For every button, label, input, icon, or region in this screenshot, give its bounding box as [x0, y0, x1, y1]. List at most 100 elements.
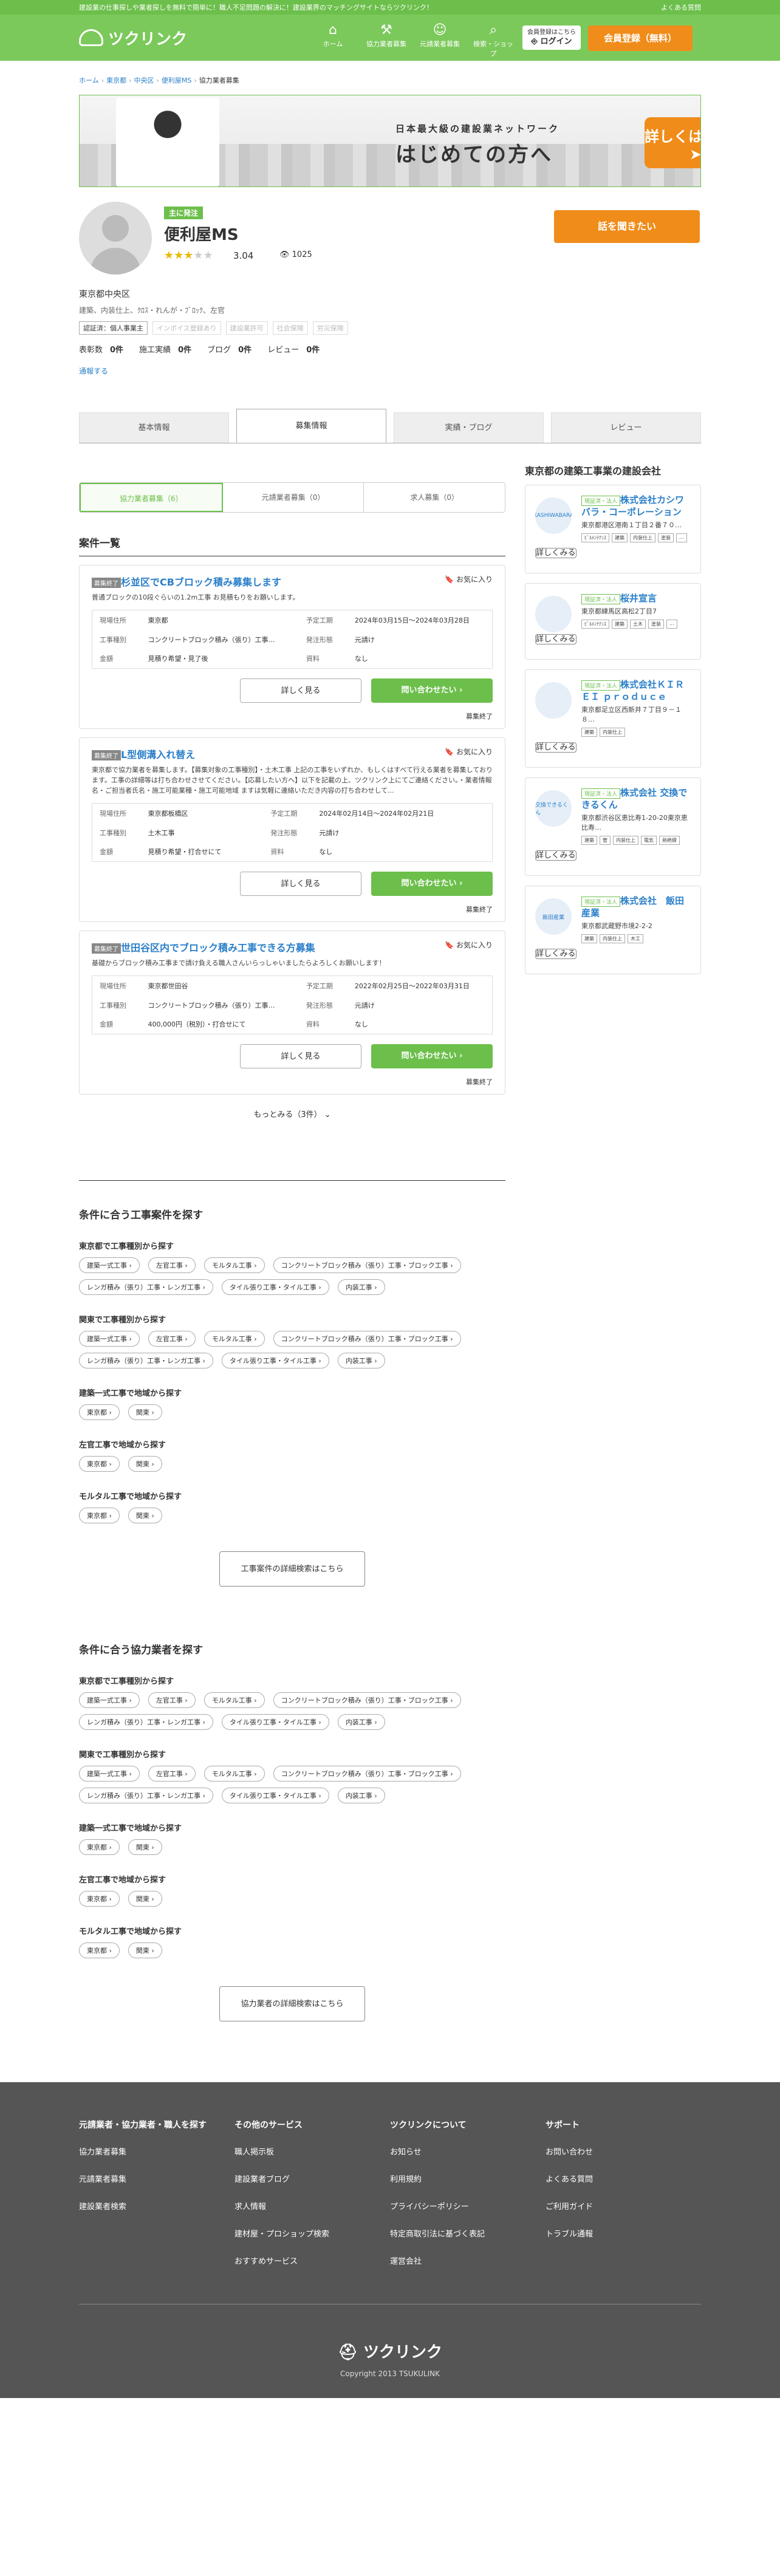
search-chip[interactable]: タイル張り工事・タイル工事 › [221, 1353, 329, 1368]
search-chip[interactable]: 建築一式工事 › [79, 1257, 140, 1273]
nav-item-2[interactable]: ☺ 元請業者募集 [417, 22, 463, 58]
footer-logo[interactable]: ⛑ ツクリンク [79, 2340, 701, 2362]
footer-link[interactable]: 職人掲示板 [234, 2145, 390, 2157]
subtab-0[interactable]: 協力業者募集（6） [80, 483, 223, 512]
search-chip[interactable]: モルタル工事 › [204, 1766, 265, 1782]
company-detail-button[interactable]: 詳しくみる [535, 634, 576, 644]
company-detail-button[interactable]: 詳しくみる [535, 548, 576, 558]
nav-item-1[interactable]: ⚒ 協力業者募集 [363, 22, 409, 58]
footer-link[interactable]: 建設業者検索 [79, 2200, 234, 2212]
footer-link[interactable]: プライバシーポリシー [390, 2200, 546, 2212]
breadcrumb-item[interactable]: 便利屋MS [162, 77, 191, 84]
job-title[interactable]: 世田谷区内でブロック積み工事できる方募集 [121, 942, 315, 954]
search-chip[interactable]: 左官工事 › [148, 1331, 196, 1347]
search-chip[interactable]: 関東 › [128, 1891, 162, 1907]
search-chip[interactable]: 関東 › [128, 1942, 162, 1958]
search-chip[interactable]: 東京都 › [79, 1891, 120, 1907]
search-chip[interactable]: 関東 › [128, 1404, 162, 1420]
search-chip[interactable]: モルタル工事 › [204, 1257, 265, 1273]
search-chip[interactable]: 東京都 › [79, 1404, 120, 1420]
banner-details-button[interactable]: 詳しくはこちら ➤ [645, 117, 700, 168]
footer-link[interactable]: お問い合わせ [546, 2145, 701, 2157]
search-chip[interactable]: レンガ積み（張り）工事・レンガ工事 › [79, 1353, 213, 1368]
nav-item-0[interactable]: ⌂ ホーム [310, 22, 356, 58]
footer-link[interactable]: 元請業者募集 [79, 2173, 234, 2184]
search-chip[interactable]: 東京都 › [79, 1942, 120, 1958]
contact-button[interactable]: 話を聞きたい [554, 210, 700, 243]
search-chip[interactable]: コンクリートブロック積み（張り）工事・ブロック工事 › [273, 1692, 461, 1708]
search-chip[interactable]: 関東 › [128, 1508, 162, 1523]
search-chip[interactable]: 左官工事 › [148, 1692, 196, 1708]
search-chip[interactable]: コンクリートブロック積み（張り）工事・ブロック工事 › [273, 1331, 461, 1347]
detail-button[interactable]: 詳しく見る [240, 872, 361, 896]
search-chip[interactable]: レンガ積み（張り）工事・レンガ工事 › [79, 1788, 213, 1803]
search-chip[interactable]: モルタル工事 › [204, 1692, 265, 1708]
search-chip[interactable]: 建築一式工事 › [79, 1692, 140, 1708]
company-link[interactable]: 桜井宣言 [620, 593, 657, 604]
footer-link[interactable]: お知らせ [390, 2145, 546, 2157]
search-chip[interactable]: 左官工事 › [148, 1766, 196, 1782]
search-chip[interactable]: レンガ積み（張り）工事・レンガ工事 › [79, 1279, 213, 1295]
search-chip[interactable]: タイル張り工事・タイル工事 › [221, 1714, 329, 1730]
search-chip[interactable]: 内装工事 › [337, 1788, 385, 1803]
breadcrumb-item[interactable]: 東京都 [106, 77, 126, 84]
search-chip[interactable]: 内装工事 › [337, 1279, 385, 1295]
breadcrumb-item[interactable]: ホーム [79, 77, 99, 84]
tab-1[interactable]: 募集情報 [236, 409, 386, 443]
footer-link[interactable]: ご利用ガイド [546, 2200, 701, 2212]
footer-link[interactable]: 特定商取引法に基づく表記 [390, 2227, 546, 2239]
search-chip[interactable]: 左官工事 › [148, 1257, 196, 1273]
subtab-1[interactable]: 元請業者募集（0） [223, 483, 364, 512]
inquire-button[interactable]: 問い合わせたい › [371, 1044, 493, 1068]
advanced-search-button[interactable]: 協力業者の詳細検索はこちら [219, 1986, 365, 2021]
show-more-button[interactable]: もっとみる（3件） ⌄ [79, 1108, 505, 1119]
tab-3[interactable]: レビュー [551, 412, 701, 443]
footer-link[interactable]: 建設業者ブログ [234, 2173, 390, 2184]
footer-link[interactable]: 建材屋・プロショップ検索 [234, 2227, 390, 2239]
footer-link[interactable]: 利用規約 [390, 2173, 546, 2184]
tab-0[interactable]: 基本情報 [79, 412, 229, 443]
search-chip[interactable]: タイル張り工事・タイル工事 › [221, 1279, 329, 1295]
search-chip[interactable]: 東京都 › [79, 1839, 120, 1855]
job-title[interactable]: L型側溝入れ替え [121, 749, 195, 760]
footer-link[interactable]: 求人情報 [234, 2200, 390, 2212]
search-chip[interactable]: 関東 › [128, 1839, 162, 1855]
company-detail-button[interactable]: 詳しくみる [535, 850, 576, 861]
search-chip[interactable]: コンクリートブロック積み（張り）工事・ブロック工事 › [273, 1257, 461, 1273]
signup-button[interactable]: 会員登録（無料） [588, 26, 693, 51]
search-chip[interactable]: 内装工事 › [337, 1353, 385, 1368]
subtab-2[interactable]: 求人募集（0） [364, 483, 505, 512]
footer-link[interactable]: おすすめサービス [234, 2255, 390, 2266]
company-detail-button[interactable]: 詳しくみる [535, 742, 576, 753]
report-link[interactable]: 通報する [79, 366, 701, 376]
search-chip[interactable]: 建築一式工事 › [79, 1331, 140, 1347]
nav-item-3[interactable]: ⌕ 検索・ショップ [470, 22, 516, 58]
search-chip[interactable]: 建築一式工事 › [79, 1766, 140, 1782]
breadcrumb-item[interactable]: 中央区 [134, 77, 154, 84]
favorite-button[interactable]: 🔖 お気に入り [445, 940, 493, 950]
login-button[interactable]: 会員登録はこちら ⎆ ログイン [522, 26, 581, 50]
search-chip[interactable]: 東京都 › [79, 1456, 120, 1472]
favorite-button[interactable]: 🔖 お気に入り [445, 746, 493, 757]
inquire-button[interactable]: 問い合わせたい › [371, 678, 493, 703]
detail-button[interactable]: 詳しく見る [240, 1044, 361, 1068]
company-detail-button[interactable]: 詳しくみる [535, 949, 576, 959]
job-title[interactable]: 杉並区でCBブロック積み募集します [121, 576, 281, 588]
faq-link[interactable]: よくある質問 [661, 2, 701, 12]
search-chip[interactable]: コンクリートブロック積み（張り）工事・ブロック工事 › [273, 1766, 461, 1782]
search-chip[interactable]: レンガ積み（張り）工事・レンガ工事 › [79, 1714, 213, 1730]
tab-2[interactable]: 実績・ブログ [394, 412, 544, 443]
search-chip[interactable]: 関東 › [128, 1456, 162, 1472]
search-chip[interactable]: モルタル工事 › [204, 1331, 265, 1347]
search-chip[interactable]: 内装工事 › [337, 1714, 385, 1730]
intro-banner[interactable]: 日本最大級の建設業ネットワーク はじめての方へ 詳しくはこちら ➤ [79, 95, 701, 187]
favorite-button[interactable]: 🔖 お気に入り [445, 574, 493, 584]
site-logo[interactable]: ツクリンク [79, 27, 187, 49]
footer-link[interactable]: よくある質問 [546, 2173, 701, 2184]
search-chip[interactable]: タイル張り工事・タイル工事 › [221, 1788, 329, 1803]
footer-link[interactable]: 運営会社 [390, 2255, 546, 2266]
search-chip[interactable]: 東京都 › [79, 1508, 120, 1523]
detail-button[interactable]: 詳しく見る [240, 678, 361, 703]
footer-link[interactable]: トラブル通報 [546, 2227, 701, 2239]
footer-link[interactable]: 協力業者募集 [79, 2145, 234, 2157]
